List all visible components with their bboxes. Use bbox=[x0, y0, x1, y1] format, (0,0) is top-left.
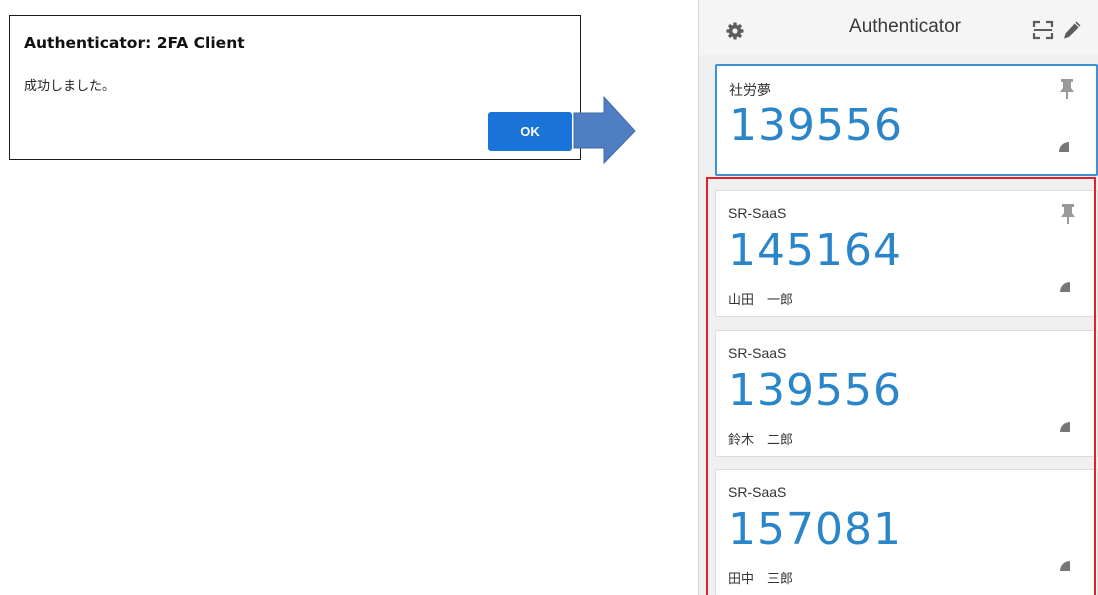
timer-icon bbox=[1060, 282, 1070, 292]
account-issuer: 社労夢 bbox=[729, 82, 771, 98]
success-dialog: Authenticator: 2FA Client 成功しました。 OK bbox=[9, 15, 581, 160]
otp-code[interactable]: 139556 bbox=[729, 100, 903, 152]
timer-icon bbox=[1059, 142, 1069, 152]
otp-code[interactable]: 139556 bbox=[728, 365, 902, 417]
scan-icon[interactable] bbox=[1032, 20, 1054, 40]
pin-icon[interactable] bbox=[1059, 203, 1077, 225]
account-card[interactable]: 社労夢 139556 bbox=[715, 64, 1098, 176]
otp-code[interactable]: 157081 bbox=[728, 504, 902, 556]
dialog-message: 成功しました。 bbox=[24, 79, 116, 94]
otp-code[interactable]: 145164 bbox=[728, 225, 902, 277]
timer-icon bbox=[1060, 422, 1070, 432]
account-name: 鈴木 二郎 bbox=[728, 433, 794, 448]
account-card[interactable]: SR-SaaS 145164 山田 一郎 bbox=[715, 190, 1098, 317]
pin-icon[interactable] bbox=[1058, 78, 1076, 100]
ok-button[interactable]: OK bbox=[488, 112, 572, 151]
app-header: Authenticator bbox=[699, 0, 1098, 55]
timer-icon bbox=[1060, 561, 1070, 571]
pencil-icon[interactable] bbox=[1062, 20, 1082, 40]
account-issuer: SR-SaaS bbox=[728, 484, 787, 500]
account-issuer: SR-SaaS bbox=[728, 205, 787, 221]
flow-arrow-icon bbox=[573, 95, 636, 165]
account-card[interactable]: SR-SaaS 157081 田中 三郎 bbox=[715, 469, 1098, 595]
account-name: 山田 一郎 bbox=[728, 293, 794, 308]
authenticator-panel: Authenticator 社労夢 139556 SR-SaaS 145164 bbox=[698, 0, 1098, 595]
account-issuer: SR-SaaS bbox=[728, 345, 787, 361]
account-card[interactable]: SR-SaaS 139556 鈴木 二郎 bbox=[715, 330, 1098, 457]
dialog-title: Authenticator: 2FA Client bbox=[24, 34, 245, 52]
account-name: 田中 三郎 bbox=[728, 572, 794, 587]
